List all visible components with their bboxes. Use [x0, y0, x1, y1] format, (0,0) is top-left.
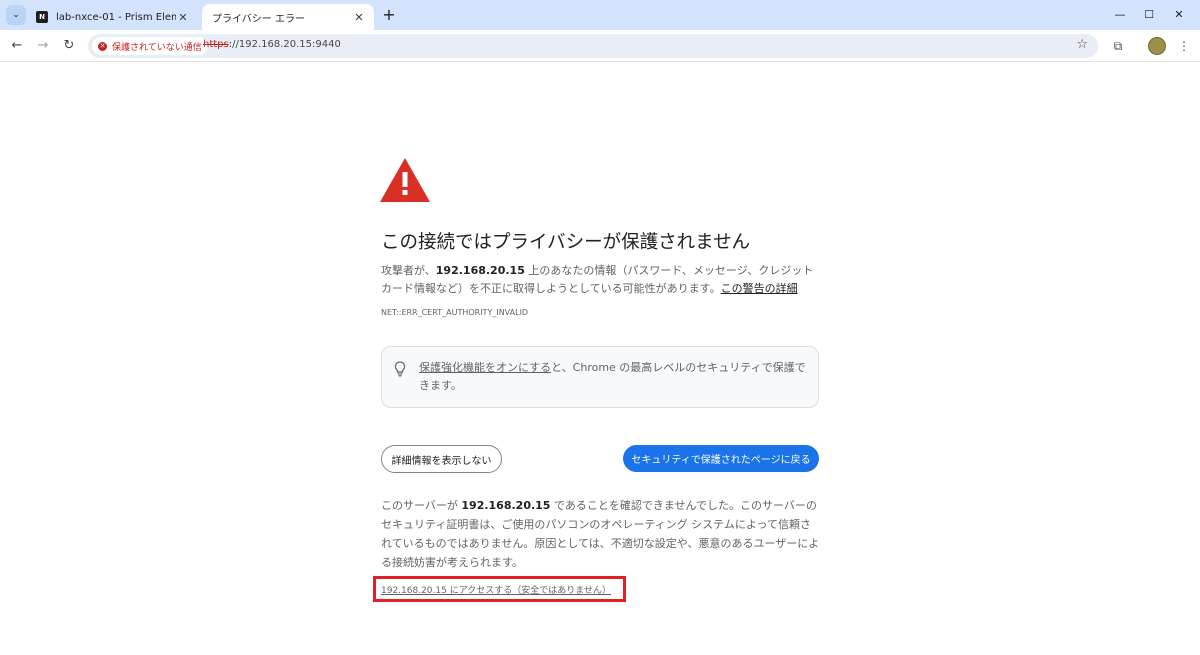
enhanced-protection-text: 保護強化機能をオンにすると、Chrome の最高レベルのセキュリティで保護できま…	[419, 359, 809, 395]
main-message: 攻撃者が、192.168.20.15 上のあなたの情報（パスワード、メッセージ、…	[381, 262, 821, 298]
details-text: このサーバーが 192.168.20.15 であることを確認できませんでした。こ…	[381, 496, 821, 572]
page-title: この接続ではプライバシーが保護されません	[381, 232, 751, 253]
bookmark-star-icon[interactable]: ☆	[1076, 37, 1088, 52]
error-circle-icon: ✕	[98, 41, 107, 51]
tab-search-button[interactable]: ⌄	[6, 5, 26, 25]
desc-prefix: 攻撃者が、	[381, 264, 436, 277]
url-host: ://192.168.20.15:9440	[228, 39, 341, 50]
forward-arrow-icon[interactable]: →	[34, 37, 52, 55]
security-chip[interactable]: ✕ 保護されていない通信	[92, 37, 208, 55]
interstitial-page: この接続ではプライバシーが保護されません 攻撃者が、192.168.20.15 …	[0, 62, 1200, 655]
maximize-icon[interactable]: ☐	[1140, 6, 1158, 24]
enhanced-protection-box: 保護強化機能をオンにすると、Chrome の最高レベルのセキュリティで保護できま…	[381, 346, 819, 408]
details-prefix: このサーバーが	[381, 499, 462, 512]
chevron-down-icon: ⌄	[12, 10, 20, 20]
error-code: NET::ERR_CERT_AUTHORITY_INVALID	[381, 308, 529, 317]
learn-more-link[interactable]: この警告の詳細	[721, 282, 798, 295]
back-arrow-icon[interactable]: ←	[8, 37, 26, 55]
new-tab-button[interactable]: +	[380, 6, 398, 24]
tab-title: プライバシー エラー	[212, 13, 305, 25]
close-icon[interactable]: ✕	[352, 11, 366, 24]
details-host: 192.168.20.15	[461, 499, 551, 512]
tab-title: lab-nxce-01 - Prism Element	[56, 11, 176, 23]
enhanced-protection-link[interactable]: 保護強化機能をオンにする	[419, 361, 551, 374]
url-text[interactable]: https://192.168.20.15:9440	[203, 39, 341, 50]
tab-prism-element[interactable]: N lab-nxce-01 - Prism Element ✕	[28, 4, 198, 30]
hide-details-button[interactable]: 詳細情報を表示しない	[381, 445, 502, 473]
close-icon[interactable]: ✕	[176, 11, 190, 24]
menu-kebab-icon[interactable]: ⋮	[1175, 37, 1193, 55]
security-chip-label: 保護されていない通信	[112, 42, 202, 53]
warning-triangle-icon	[380, 158, 430, 202]
window-close-icon[interactable]: ✕	[1170, 6, 1188, 24]
browser-toolbar: ← → ↻ ✕ 保護されていない通信 https://192.168.20.15…	[0, 30, 1200, 62]
back-to-safety-button[interactable]: セキュリティで保護されたページに戻る	[623, 445, 819, 472]
lightbulb-icon	[394, 361, 406, 377]
tab-privacy-error[interactable]: プライバシー エラー ✕	[202, 4, 374, 30]
address-bar[interactable]: ✕ 保護されていない通信 https://192.168.20.15:9440 …	[88, 34, 1098, 58]
proceed-unsafe-link[interactable]: 192.168.20.15 にアクセスする（安全ではありません）	[381, 583, 611, 596]
minimize-icon[interactable]: —	[1111, 6, 1129, 24]
url-scheme: https	[203, 39, 229, 50]
nutanix-logo-icon: N	[36, 11, 48, 23]
desc-host: 192.168.20.15	[435, 264, 525, 277]
tab-strip: ⌄ N lab-nxce-01 - Prism Element ✕ プライバシー…	[0, 0, 1200, 30]
reload-icon[interactable]: ↻	[60, 37, 78, 55]
extensions-icon[interactable]: ⧉	[1109, 37, 1127, 55]
profile-avatar[interactable]	[1148, 37, 1166, 55]
